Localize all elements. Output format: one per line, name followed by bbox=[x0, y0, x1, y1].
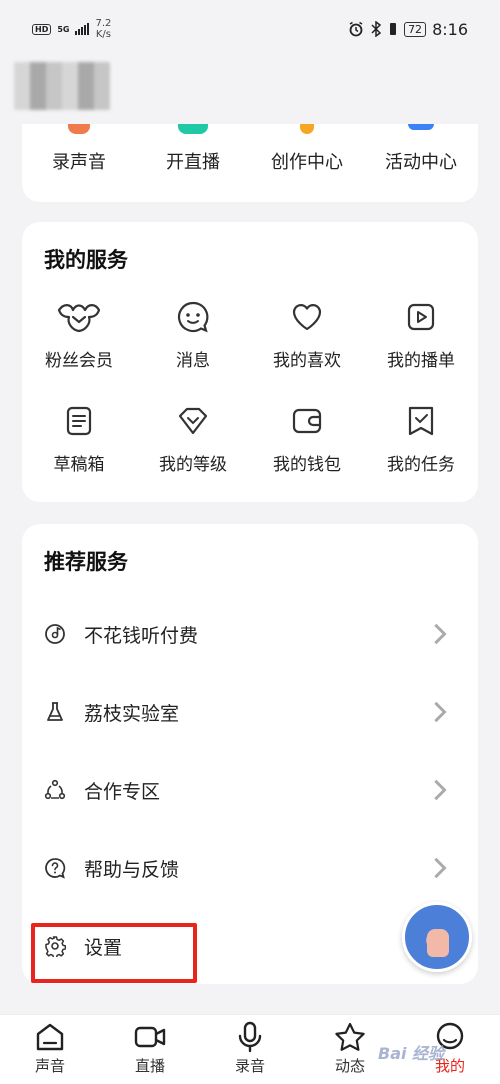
reco-free-paid-listening[interactable]: 不花钱听付费 bbox=[22, 606, 478, 662]
network-indicator: 5G bbox=[57, 24, 70, 34]
speed-unit: K/s bbox=[95, 29, 111, 40]
message-icon bbox=[177, 301, 209, 333]
video-icon bbox=[134, 1026, 166, 1048]
chevron-right-icon bbox=[434, 779, 447, 801]
service-drafts[interactable]: 草稿箱 bbox=[22, 404, 136, 475]
shortcut-label: 创作中心 bbox=[271, 152, 343, 173]
level-icon bbox=[178, 407, 208, 435]
shortcut-record-voice[interactable]: 录声音 bbox=[22, 124, 136, 202]
shortcut-label: 开直播 bbox=[166, 152, 220, 173]
service-label: 我的等级 bbox=[159, 455, 227, 475]
vibrate-icon bbox=[390, 23, 397, 35]
service-message[interactable]: 消息 bbox=[136, 300, 250, 371]
battery-indicator: 72 bbox=[404, 21, 427, 37]
watermark: Bai 经验 bbox=[378, 1044, 445, 1063]
shortcut-activity-center[interactable]: 活动中心 bbox=[364, 124, 478, 202]
service-label: 我的播单 bbox=[387, 351, 455, 371]
service-label: 草稿箱 bbox=[53, 455, 105, 475]
alarm-icon bbox=[349, 21, 363, 37]
clock: 8:16 bbox=[432, 19, 468, 39]
reco-lizhi-lab[interactable]: 荔枝实验室 bbox=[22, 684, 478, 740]
shortcut-label: 活动中心 bbox=[385, 152, 457, 173]
chevron-right-icon bbox=[434, 623, 447, 645]
drafts-icon bbox=[66, 406, 92, 436]
tab-label: 直播 bbox=[134, 1057, 165, 1075]
cooperation-icon bbox=[44, 779, 66, 800]
services-grid-row-1: 粉丝会员 消息 我的喜欢 我的播单 bbox=[22, 300, 478, 371]
my-services-title: 我的服务 bbox=[44, 248, 128, 272]
service-fan-member[interactable]: 粉丝会员 bbox=[22, 300, 136, 371]
reco-label: 荔枝实验室 bbox=[84, 702, 180, 725]
floating-avatar[interactable] bbox=[402, 902, 472, 972]
network-speed: 7.2 K/s bbox=[95, 18, 111, 40]
create-icon bbox=[300, 124, 314, 134]
service-label: 粉丝会员 bbox=[45, 351, 113, 371]
tab-label: 动态 bbox=[334, 1057, 365, 1075]
service-label: 我的喜欢 bbox=[273, 351, 341, 371]
recommended-title: 推荐服务 bbox=[44, 550, 128, 574]
shortcut-row: 录声音 开直播 创作中心 活动中心 bbox=[22, 124, 478, 202]
tab-record[interactable]: 录音 bbox=[200, 1015, 300, 1084]
playlist-icon bbox=[407, 303, 435, 331]
activity-icon bbox=[408, 124, 434, 130]
service-my-level[interactable]: 我的等级 bbox=[136, 404, 250, 475]
chevron-right-icon bbox=[434, 857, 447, 879]
help-icon bbox=[45, 858, 66, 879]
signal-icon bbox=[75, 23, 90, 35]
tab-label: 录音 bbox=[234, 1057, 265, 1075]
reco-label: 帮助与反馈 bbox=[84, 858, 180, 881]
hd-indicator: HD bbox=[32, 23, 52, 35]
service-my-likes[interactable]: 我的喜欢 bbox=[250, 300, 364, 371]
service-label: 我的钱包 bbox=[273, 455, 341, 475]
fan-member-icon bbox=[57, 304, 101, 333]
my-services-card: 我的服务 粉丝会员 消息 我的喜欢 我的播单 草稿箱 我的等级 我的钱包 我的任… bbox=[22, 222, 478, 502]
shortcut-start-live[interactable]: 开直播 bbox=[136, 124, 250, 202]
tab-live[interactable]: 直播 bbox=[100, 1015, 200, 1084]
service-label: 我的任务 bbox=[387, 455, 455, 475]
service-my-tasks[interactable]: 我的任务 bbox=[364, 404, 478, 475]
flask-icon bbox=[47, 702, 63, 721]
shortcuts-card: 录声音 开直播 创作中心 活动中心 bbox=[22, 124, 478, 202]
service-my-wallet[interactable]: 我的钱包 bbox=[250, 404, 364, 475]
reco-cooperation-zone[interactable]: 合作专区 bbox=[22, 762, 478, 818]
music-disc-icon bbox=[45, 624, 65, 644]
live-icon bbox=[178, 124, 208, 134]
gear-icon bbox=[45, 936, 66, 957]
tab-sound[interactable]: 声音 bbox=[0, 1015, 100, 1084]
wallet-icon bbox=[292, 408, 322, 434]
bluetooth-icon bbox=[371, 21, 382, 37]
chevron-right-icon bbox=[434, 701, 447, 723]
reco-help-feedback[interactable]: 帮助与反馈 bbox=[22, 840, 478, 896]
shortcut-label: 录声音 bbox=[52, 152, 106, 173]
status-right: 72 8:16 bbox=[348, 20, 468, 39]
reco-label: 合作专区 bbox=[84, 780, 161, 803]
tab-label: 声音 bbox=[34, 1057, 65, 1075]
status-bar: HD 5G 7.2 K/s 72 8:16 bbox=[0, 0, 500, 58]
reco-label: 设置 bbox=[84, 936, 123, 959]
task-icon bbox=[408, 406, 434, 436]
heart-icon bbox=[292, 304, 322, 331]
service-label: 消息 bbox=[176, 351, 210, 371]
blurred-username bbox=[14, 62, 110, 110]
status-left: HD 5G 7.2 K/s bbox=[32, 18, 111, 40]
star-icon bbox=[335, 1022, 365, 1051]
service-my-playlist[interactable]: 我的播单 bbox=[364, 300, 478, 371]
avatar-image bbox=[427, 929, 449, 957]
home-icon bbox=[36, 1023, 64, 1051]
reco-label: 不花钱听付费 bbox=[84, 624, 199, 647]
microphone-icon bbox=[238, 1021, 262, 1053]
shortcut-creator-center[interactable]: 创作中心 bbox=[250, 124, 364, 202]
record-icon bbox=[68, 124, 90, 134]
services-grid-row-2: 草稿箱 我的等级 我的钱包 我的任务 bbox=[22, 404, 478, 475]
speed-value: 7.2 bbox=[95, 18, 112, 29]
